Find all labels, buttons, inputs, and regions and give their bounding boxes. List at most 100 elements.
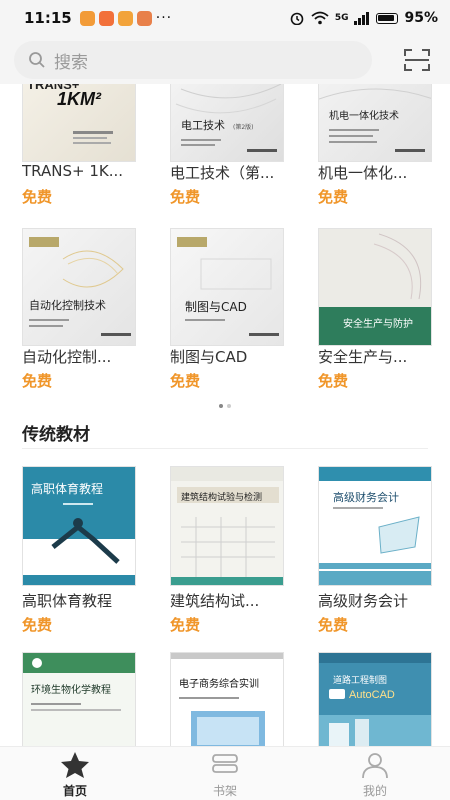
svg-text:安全生产与防护: 安全生产与防护 xyxy=(343,317,413,330)
book-title: 建筑结构试... xyxy=(170,592,260,610)
nav-home[interactable]: 首页 xyxy=(0,747,150,800)
cover-art: 电工技术 (第2版) xyxy=(175,84,282,152)
alarm-icon xyxy=(290,12,304,25)
scan-icon[interactable] xyxy=(404,49,430,71)
book-cover: 机电一体化技术 xyxy=(318,84,432,162)
book-cover: 高职体育教程 xyxy=(22,466,136,586)
nav-home-label: 首页 xyxy=(62,784,87,798)
cover-art: 高职体育教程 xyxy=(23,467,135,585)
book-card[interactable]: 高级财务会计 高级财务会计 免费 xyxy=(318,466,436,638)
book-price: 免费 xyxy=(170,188,201,206)
svg-text:自动化控制技术: 自动化控制技术 xyxy=(29,298,106,312)
book-price: 免费 xyxy=(22,372,53,390)
status-bar: 11:15 ··· 5G 95% xyxy=(0,0,450,36)
star-icon xyxy=(61,752,89,778)
book-card[interactable]: 机电一体化技术 机电一体化... 免费 xyxy=(318,84,436,208)
search-icon xyxy=(29,52,45,68)
book-cover: 电工技术 (第2版) xyxy=(170,84,284,162)
book-cover: 制图与CAD xyxy=(170,228,284,346)
svg-text:高职体育教程: 高职体育教程 xyxy=(31,481,103,496)
book-title: TRANS+ 1K... xyxy=(22,162,124,180)
book-cover: 高级财务会计 xyxy=(318,466,432,586)
book-card[interactable]: 建筑结构试验与检测 建筑结构试... 免费 xyxy=(170,466,288,638)
app-notification-icon xyxy=(98,10,114,26)
book-card[interactable]: 自动化控制技术 自动化控制... 免费 xyxy=(22,228,140,390)
featured-grid: TRANS+ 1KM² TRANS+ 1K... 免费 电工技术 (第2版) 电… xyxy=(0,84,450,390)
book-title: 高职体育教程 xyxy=(22,592,113,610)
nav-bookshelf-label: 书架 xyxy=(212,784,237,798)
search-placeholder: 搜索 xyxy=(54,52,88,73)
nav-profile[interactable]: 我的 xyxy=(300,747,450,800)
book-cover: 电子商务综合实训 xyxy=(170,652,284,746)
nav-profile-label: 我的 xyxy=(362,784,387,798)
book-cover: 环境生物化学教程 xyxy=(22,652,136,746)
traditional-grid: 高职体育教程 高职体育教程 免费 建筑结构试验与检测 建筑结构试... 免费 高… xyxy=(0,466,450,746)
svg-text:AutoCAD: AutoCAD xyxy=(349,689,395,701)
svg-text:环境生物化学教程: 环境生物化学教程 xyxy=(31,683,111,696)
system-icons: 5G 95% xyxy=(289,10,438,26)
book-price: 免费 xyxy=(22,616,53,634)
battery-icon xyxy=(376,12,399,24)
cover-art: 建筑结构试验与检测 xyxy=(171,467,283,585)
book-price: 免费 xyxy=(170,616,201,634)
svg-text:机电一体化技术: 机电一体化技术 xyxy=(329,109,399,122)
cover-art: 制图与CAD xyxy=(177,237,279,336)
cover-art: TRANS+ 1KM² xyxy=(27,84,113,144)
carousel-dot[interactable] xyxy=(219,404,223,408)
svg-text:1KM²: 1KM² xyxy=(57,89,102,109)
wifi-icon xyxy=(311,11,329,25)
app-notification-icon xyxy=(136,10,152,26)
svg-text:制图与CAD: 制图与CAD xyxy=(185,300,247,314)
notification-icons xyxy=(79,10,152,26)
svg-text:(第2版): (第2版) xyxy=(233,123,254,131)
app-notification-icon xyxy=(79,10,95,26)
book-price: 免费 xyxy=(318,188,349,206)
book-cover: 道路工程制图 AutoCAD xyxy=(318,652,432,746)
status-time: 11:15 xyxy=(24,9,72,27)
book-price: 免费 xyxy=(170,372,201,390)
book-card[interactable]: 电子商务综合实训 xyxy=(170,652,288,746)
svg-text:建筑结构试验与检测: 建筑结构试验与检测 xyxy=(181,491,262,503)
svg-text:道路工程制图: 道路工程制图 xyxy=(333,674,387,686)
book-title: 安全生产与... xyxy=(318,348,408,366)
cover-art: 机电一体化技术 xyxy=(319,88,431,152)
search-input[interactable]: 搜索 xyxy=(14,41,372,79)
more-notifications-icon: ··· xyxy=(155,10,173,26)
book-price: 免费 xyxy=(318,616,349,634)
cover-art: 环境生物化学教程 xyxy=(23,653,135,711)
nav-bookshelf[interactable]: 书架 xyxy=(150,747,300,800)
book-title: 自动化控制... xyxy=(22,348,112,366)
network-type-label: 5G xyxy=(334,13,349,23)
book-card[interactable]: TRANS+ 1KM² TRANS+ 1K... 免费 xyxy=(22,84,140,208)
book-title: 高级财务会计 xyxy=(318,592,409,610)
book-title: 电工技术（第... xyxy=(170,164,275,182)
cover-art: 高级财务会计 xyxy=(319,467,431,585)
book-cover: 建筑结构试验与检测 xyxy=(170,466,284,586)
book-cover: TRANS+ 1KM² xyxy=(22,84,136,162)
book-card[interactable]: 环境生物化学教程 xyxy=(22,652,140,746)
book-cover: 安全生产与防护 xyxy=(318,228,432,346)
section-title: 传统教材 xyxy=(22,425,90,445)
user-icon xyxy=(362,753,388,779)
book-cover: 自动化控制技术 xyxy=(22,228,136,346)
svg-text:电子商务综合实训: 电子商务综合实训 xyxy=(179,677,259,690)
app-screen: 11:15 ··· 5G 95% 搜索 TRANS+ 1KM² TRANS+ 1… xyxy=(0,0,450,800)
cover-art: 安全生产与防护 xyxy=(319,233,431,345)
book-card[interactable]: 电工技术 (第2版) 电工技术（第... 免费 xyxy=(170,84,288,208)
book-card[interactable]: 高职体育教程 高职体育教程 免费 xyxy=(22,466,140,638)
section-divider xyxy=(22,448,428,449)
book-price: 免费 xyxy=(22,188,53,206)
search-header: 搜索 xyxy=(0,36,450,84)
cover-art: 自动化控制技术 xyxy=(29,237,131,336)
book-card[interactable]: 制图与CAD 制图与CAD 免费 xyxy=(170,228,288,390)
battery-percentage: 95% xyxy=(404,10,438,26)
svg-text:高级财务会计: 高级财务会计 xyxy=(333,490,399,504)
bookshelf-icon xyxy=(212,754,238,773)
content-scroll[interactable]: TRANS+ 1KM² TRANS+ 1K... 免费 电工技术 (第2版) 电… xyxy=(0,84,450,746)
book-card[interactable]: 道路工程制图 AutoCAD xyxy=(318,652,436,746)
book-card[interactable]: 安全生产与防护 安全生产与... 免费 xyxy=(318,228,436,390)
carousel-dot[interactable] xyxy=(227,404,231,408)
carousel-indicator xyxy=(0,404,450,408)
book-title: 制图与CAD xyxy=(170,348,248,366)
book-price: 免费 xyxy=(318,372,349,390)
